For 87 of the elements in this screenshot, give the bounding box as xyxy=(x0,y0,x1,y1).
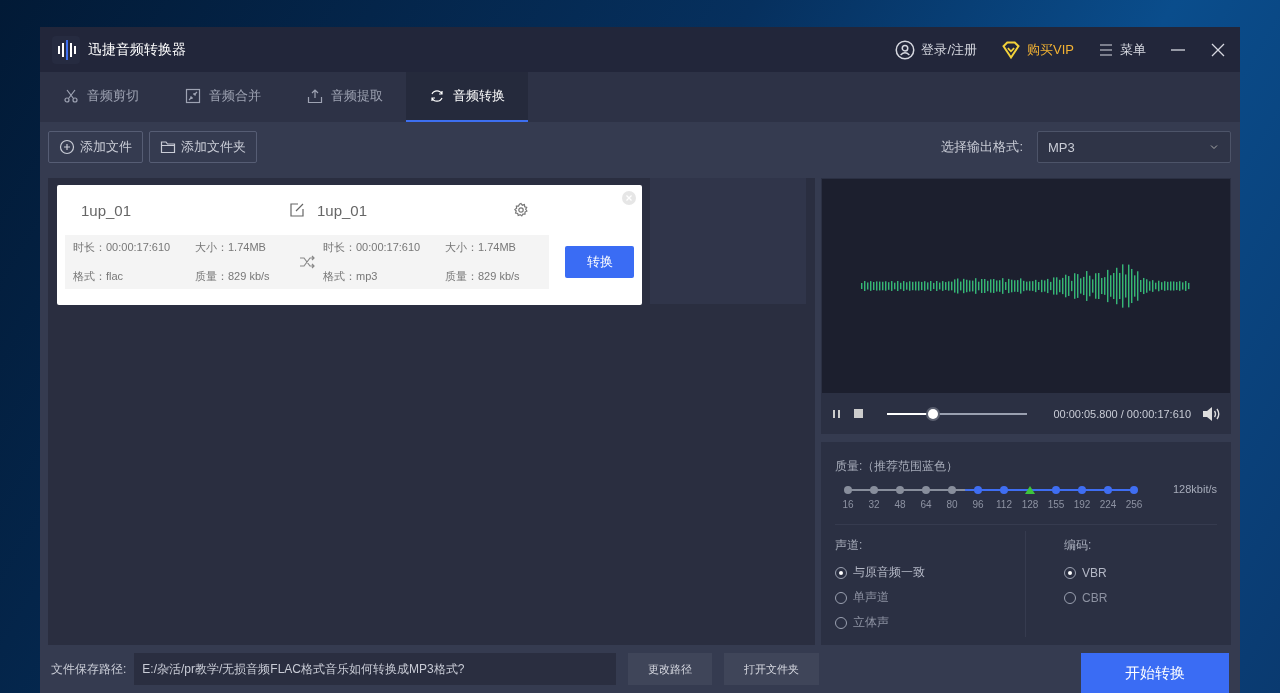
tab[interactable]: 音频合并 xyxy=(162,72,284,122)
path-button[interactable]: 更改路径 xyxy=(628,653,713,685)
bitrate-label: 256 xyxy=(1125,499,1143,510)
bitrate-label: 80 xyxy=(946,499,958,510)
user-button[interactable]: 登录/注册 xyxy=(895,39,978,60)
encoding-label: 编码: xyxy=(1064,537,1093,554)
duration-text: 时长：00:00:17:610 xyxy=(73,240,172,255)
selected-marker-icon[interactable] xyxy=(1025,486,1035,494)
merge-icon xyxy=(185,88,201,104)
user-icon xyxy=(895,39,916,60)
playback-time: 00:00:05.800 / 00:00:17:610 xyxy=(1052,408,1192,420)
refresh-icon xyxy=(429,88,445,104)
format-label: 选择输出格式: xyxy=(941,138,1023,156)
bitrate-label: 32 xyxy=(868,499,880,510)
edit-icon xyxy=(289,202,305,218)
output-file-name: 1up_01 xyxy=(317,201,368,219)
shuffle-icon xyxy=(299,254,315,270)
bitrate-label: 155 xyxy=(1047,499,1065,510)
bitrate-dot[interactable] xyxy=(974,486,982,494)
size-text: 大小：1.74MB xyxy=(445,240,517,255)
speaker-icon xyxy=(1201,405,1222,423)
bitrate-dot[interactable] xyxy=(896,486,904,494)
channel-label: 声道: xyxy=(835,537,864,554)
bitrate-dot[interactable] xyxy=(870,486,878,494)
tab[interactable]: 音频转换 xyxy=(406,72,528,122)
bitrate-label: 112 xyxy=(996,499,1012,510)
close-button[interactable] xyxy=(1210,41,1226,58)
bitrate-label: 192 xyxy=(1073,499,1091,510)
bitrate-dot[interactable] xyxy=(1104,486,1112,494)
stop-button[interactable] xyxy=(853,408,865,420)
radio-option[interactable]: VBR xyxy=(1064,560,1107,585)
pause-button[interactable] xyxy=(831,408,843,420)
plus-circle-icon xyxy=(59,139,75,155)
duration-text: 时长：00:00:17:610 xyxy=(323,240,422,255)
bitrate-reading: 128kbit/s xyxy=(1173,483,1218,495)
bitrate-dot[interactable] xyxy=(922,486,930,494)
start-button[interactable]: 开始转换 xyxy=(1081,653,1229,693)
bitrate-label: 224 xyxy=(1099,499,1117,510)
radio-option[interactable]: 单声道 xyxy=(835,585,889,610)
save-path-label: 文件保存路径: xyxy=(51,660,127,678)
bitrate-label: 64 xyxy=(920,499,932,510)
volume-button[interactable] xyxy=(1201,405,1222,423)
tab[interactable]: 音频剪切 xyxy=(40,72,162,122)
upload-icon xyxy=(307,88,323,104)
add-folder-button[interactable]: 添加文件夹 xyxy=(149,131,257,163)
pause-icon xyxy=(831,408,843,420)
bitrate-dot[interactable] xyxy=(1078,486,1086,494)
format-text: 格式：mp3 xyxy=(323,269,379,284)
source-file-name: 1up_01 xyxy=(81,201,133,219)
radio-option[interactable]: 与原音频一致 xyxy=(835,560,925,585)
scissors-icon xyxy=(63,88,79,104)
add-file-button[interactable]: 添加文件 xyxy=(48,131,143,163)
bitrate-dot[interactable] xyxy=(948,486,956,494)
bitrate-dot[interactable] xyxy=(1130,486,1138,494)
minimize-button[interactable] xyxy=(1170,48,1186,51)
format-text: 格式：flac xyxy=(73,269,125,284)
menu-icon xyxy=(1098,41,1114,58)
quality-label: 质量:（推荐范围蓝色） xyxy=(835,458,960,475)
save-path-field[interactable]: E:/杂活/pr教学/无损音频FLAC格式音乐如何转换成MP3格式? xyxy=(134,653,617,685)
logo-icon xyxy=(52,35,80,64)
bitrate-label: 128 xyxy=(1021,499,1039,510)
close-icon xyxy=(622,191,636,205)
minimize-icon xyxy=(1170,48,1186,51)
app-title: 迅捷音频转换器 xyxy=(88,40,187,59)
close-icon xyxy=(1210,41,1226,58)
bitrate-label: 48 xyxy=(894,499,906,510)
format-dropdown[interactable]: MP3 xyxy=(1037,131,1231,163)
bitrate-dot[interactable] xyxy=(1052,486,1060,494)
bitrate-label: 96 xyxy=(972,499,984,510)
path-button[interactable]: 打开文件夹 xyxy=(724,653,820,685)
gear-icon xyxy=(513,202,529,218)
quality-text: 质量：829 kb/s xyxy=(445,269,521,284)
size-text: 大小：1.74MB xyxy=(195,240,267,255)
stop-icon xyxy=(853,408,865,420)
menu-button[interactable]: 菜单 xyxy=(1098,40,1146,59)
bitrate-dot[interactable] xyxy=(1000,486,1008,494)
settings-button[interactable] xyxy=(513,202,529,218)
bitrate-label: 16 xyxy=(842,499,854,510)
convert-button[interactable]: 转换 xyxy=(565,246,634,278)
vip-button[interactable]: 购买VIP xyxy=(1001,39,1074,60)
radio-option[interactable]: 立体声 xyxy=(835,610,889,635)
bitrate-dot[interactable] xyxy=(844,486,852,494)
quality-text: 质量：829 kb/s xyxy=(195,269,271,284)
radio-option[interactable]: CBR xyxy=(1064,585,1108,610)
diamond-icon xyxy=(1001,39,1022,60)
folder-icon xyxy=(160,139,176,155)
tab[interactable]: 音频提取 xyxy=(284,72,406,122)
